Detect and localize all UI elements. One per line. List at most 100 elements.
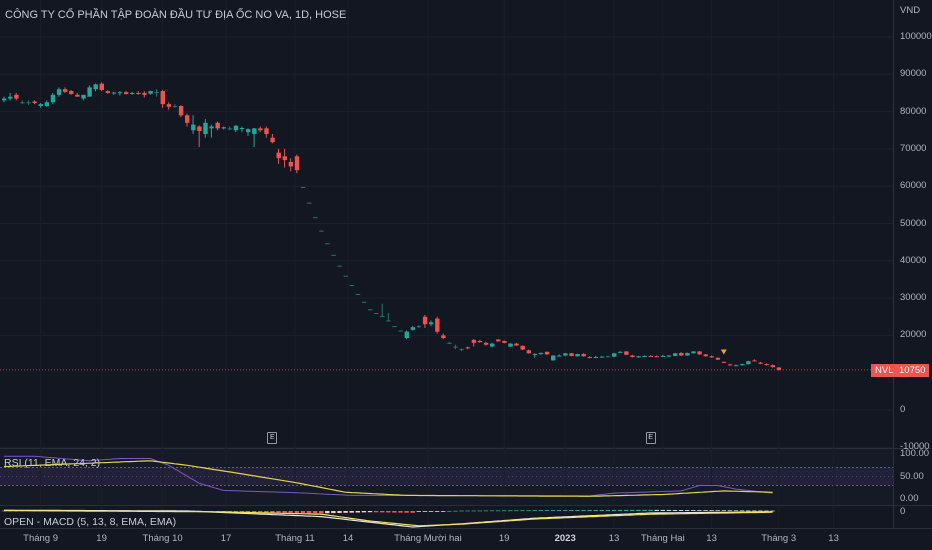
candle-body — [44, 102, 50, 107]
macd-histogram-bar — [312, 511, 318, 514]
candle-body — [258, 128, 263, 131]
candle-body — [111, 92, 117, 94]
candle-body — [355, 293, 361, 295]
macd-histogram-bar — [428, 511, 434, 512]
candle-body — [313, 217, 318, 219]
macd-histogram-bar — [715, 510, 720, 512]
candle-body — [227, 128, 233, 130]
price-tick: 100000 — [900, 31, 932, 42]
candle-body — [331, 254, 336, 256]
candle-body — [709, 356, 714, 358]
macd-histogram-bar — [764, 510, 769, 512]
macd-histogram-bar — [331, 511, 336, 514]
candle-body — [618, 351, 623, 353]
price-tick: 90000 — [900, 68, 927, 80]
candle-body — [575, 354, 580, 357]
candle-body — [69, 91, 74, 95]
time-label: Tháng 11 — [275, 533, 315, 544]
candle-body — [87, 87, 92, 97]
macd-histogram-bar — [373, 511, 379, 513]
macd-histogram-bar — [642, 509, 647, 511]
time-label: Tháng Hai — [640, 533, 685, 544]
macd-histogram-bar — [599, 509, 604, 511]
candle-body — [727, 364, 733, 366]
candle-body — [282, 156, 287, 161]
candle-body — [81, 94, 86, 99]
macd-histogram-bar — [636, 509, 641, 511]
candle-body — [612, 353, 617, 357]
candle-body — [99, 83, 104, 90]
candle-body — [770, 365, 775, 368]
macd-histogram-bar — [739, 510, 745, 512]
macd-histogram-bar — [727, 510, 733, 512]
candle-body — [666, 355, 672, 357]
candle-body — [124, 92, 129, 95]
candle-body — [496, 339, 501, 342]
candle-body — [209, 126, 214, 129]
candle-body — [508, 343, 513, 347]
macd-histogram-bar — [617, 509, 623, 511]
time-label: 19 — [96, 533, 107, 544]
macd-histogram-bar — [611, 509, 617, 511]
candle-body — [691, 351, 696, 354]
macd-histogram-bar — [294, 511, 299, 513]
macd-histogram-bar — [581, 510, 586, 511]
candle-body — [465, 347, 470, 349]
candle-body — [63, 89, 68, 92]
last-price-badge: 10750 — [895, 364, 930, 377]
candle-body — [2, 98, 7, 101]
candle-body — [746, 361, 751, 365]
macd-histogram-bar — [672, 509, 678, 511]
candle-body — [734, 365, 739, 367]
candle-body — [239, 128, 245, 130]
candle-body — [319, 230, 324, 232]
candle-body — [654, 356, 660, 358]
candle-body — [416, 326, 422, 328]
time-label: 17 — [220, 533, 232, 544]
price-tick: 30000 — [900, 292, 927, 304]
candle-body — [642, 355, 647, 357]
macd-histogram-bar — [526, 510, 531, 512]
macd-histogram-bar — [386, 511, 391, 513]
candle-body — [459, 349, 464, 351]
macd-histogram-bar — [685, 510, 690, 511]
candle-body — [703, 354, 708, 357]
candle-body — [544, 351, 550, 355]
time-label: 2023 — [554, 533, 576, 544]
macd-histogram-bar — [319, 511, 324, 514]
earnings-marker[interactable]: E — [267, 432, 278, 444]
rsi-label[interactable]: RSI (11, EMA, 24, 2) — [4, 457, 100, 469]
earnings-marker[interactable]: E — [645, 432, 656, 444]
macd-histogram-bar — [349, 511, 354, 513]
time-label: Tháng Mười hai — [394, 533, 462, 544]
macd-histogram-bar — [392, 511, 397, 513]
candle-body — [307, 202, 312, 204]
candle-body — [32, 101, 37, 104]
chart-canvas[interactable] — [0, 0, 932, 550]
price-tick: 20000 — [900, 329, 927, 341]
time-label: 13 — [706, 533, 717, 544]
macd-histogram-bar — [404, 511, 409, 513]
macd-axis-tick: 0 — [900, 506, 906, 517]
macd-histogram-bar — [471, 510, 476, 512]
macd-histogram-bar — [416, 511, 421, 512]
candle-body — [270, 137, 275, 143]
candle-body — [197, 126, 202, 131]
candle-body — [105, 91, 111, 93]
candle-body — [325, 243, 330, 245]
candle-body — [386, 320, 391, 322]
candle-body — [679, 352, 684, 356]
candle-body — [429, 322, 434, 325]
candle-body — [673, 353, 678, 356]
candle-body — [343, 275, 348, 277]
macd-histogram-bar — [264, 511, 269, 513]
macd-histogram-bar — [355, 511, 360, 513]
candle-body — [361, 301, 367, 303]
price-tick: 40000 — [900, 254, 927, 266]
candle-body — [294, 156, 300, 171]
candle-body — [569, 353, 574, 356]
macd-histogram-bar — [282, 511, 287, 513]
candle-body — [715, 357, 721, 360]
macd-histogram-bar — [489, 510, 495, 512]
macd-label[interactable]: OPEN - MACD (5, 13, 8, EMA, EMA) — [4, 516, 176, 528]
